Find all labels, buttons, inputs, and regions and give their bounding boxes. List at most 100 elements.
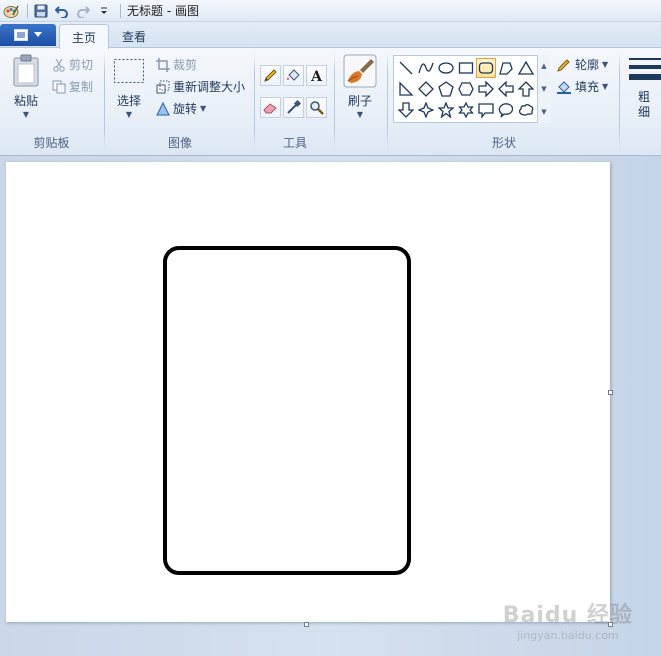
text-icon: A xyxy=(310,69,323,83)
canvas-area: Baidu 经验 jingyan.baidu.com xyxy=(0,156,661,656)
resize-handle-bottom[interactable] xyxy=(304,622,309,627)
selection-rectangle-icon xyxy=(114,59,144,83)
up-arrow-shape[interactable] xyxy=(516,79,536,99)
rectangle-icon xyxy=(458,62,474,74)
five-point-star-shape[interactable] xyxy=(436,100,456,120)
line-icon xyxy=(399,61,413,75)
cut-button[interactable]: 剪切 xyxy=(52,56,93,73)
group-divider xyxy=(619,52,620,150)
paste-button[interactable]: 粘贴 ▼ xyxy=(8,54,44,119)
rotate-icon xyxy=(156,101,170,115)
left-arrow-shape[interactable] xyxy=(496,79,516,99)
ribbon-tab-row: 主页 查看 xyxy=(0,22,661,49)
right-arrow-icon xyxy=(478,81,494,97)
rect-callout-shape[interactable] xyxy=(476,100,496,120)
separator xyxy=(27,3,28,18)
scroll-up-icon[interactable]: ▲ xyxy=(541,62,546,70)
line-shape[interactable] xyxy=(396,58,416,78)
right-triangle-shape[interactable] xyxy=(396,79,416,99)
triangle-shape[interactable] xyxy=(516,58,536,78)
scissors-icon xyxy=(53,58,65,72)
resize-handle-right[interactable] xyxy=(608,390,613,395)
undo-icon[interactable] xyxy=(53,2,71,20)
resize-button[interactable]: 重新调整大小 xyxy=(156,78,245,95)
right-arrow-shape[interactable] xyxy=(476,79,496,99)
group-divider xyxy=(254,52,255,150)
copy-icon xyxy=(52,80,66,93)
pentagon-icon xyxy=(438,81,454,97)
group-divider xyxy=(334,52,335,150)
down-arrow-icon xyxy=(398,102,414,118)
fill-tool[interactable] xyxy=(283,65,304,86)
left-arrow-icon xyxy=(498,81,514,97)
polygon-shape[interactable] xyxy=(496,58,516,78)
brushes-button[interactable]: 刷子 ▼ xyxy=(342,54,378,119)
title-bar: 无标题 - 画图 xyxy=(0,0,661,22)
size-button[interactable]: 粗 细 xyxy=(627,56,661,120)
paint-app-icon[interactable] xyxy=(2,2,20,20)
save-icon[interactable] xyxy=(32,2,50,20)
pentagon-shape[interactable] xyxy=(436,79,456,99)
copy-button[interactable]: 复制 xyxy=(52,78,93,95)
shapes-group-label: 形状 xyxy=(491,136,516,150)
four-point-star-shape[interactable] xyxy=(416,100,436,120)
shapes-gallery xyxy=(393,55,550,123)
tools-group: A 工具 xyxy=(256,48,334,154)
window-title: 无标题 - 画图 xyxy=(127,4,199,18)
hexagon-icon xyxy=(458,82,474,96)
diamond-shape[interactable] xyxy=(416,79,436,99)
fill-button[interactable]: 填充 ▼ xyxy=(556,78,608,95)
resize-icon xyxy=(156,80,170,93)
rounded-rectangle-shape[interactable] xyxy=(476,58,496,78)
brush-icon xyxy=(343,54,377,88)
six-point-star-shape[interactable] xyxy=(456,100,476,120)
hexagon-shape[interactable] xyxy=(456,79,476,99)
tab-home[interactable]: 主页 xyxy=(59,24,110,49)
tab-view[interactable]: 查看 xyxy=(110,24,158,49)
shapes-scrollbar[interactable]: ▲ ▼ ▼ xyxy=(537,55,550,123)
diamond-icon xyxy=(418,81,434,97)
chevron-down-icon: ▼ xyxy=(22,110,30,119)
redo-icon[interactable] xyxy=(74,2,92,20)
chevron-down-icon: ▼ xyxy=(200,103,207,113)
customize-toolbar-icon[interactable] xyxy=(95,2,113,20)
rectangle-shape[interactable] xyxy=(456,58,476,78)
down-arrow-shape[interactable] xyxy=(396,100,416,120)
fill-icon xyxy=(287,69,300,81)
watermark: Baidu 经验 jingyan.baidu.com xyxy=(502,603,633,642)
chevron-down-icon: ▼ xyxy=(356,110,364,119)
curve-shape[interactable] xyxy=(416,58,436,78)
expand-gallery-icon[interactable]: ▼ xyxy=(541,108,546,116)
color-picker-tool[interactable] xyxy=(283,97,304,118)
six-point-star-icon xyxy=(458,102,474,118)
pencil-tool[interactable] xyxy=(260,65,281,86)
crop-button[interactable]: 裁剪 xyxy=(156,56,197,73)
image-group: 选择 ▼ 裁剪 重新调整大小 旋转 ▼ 图像 xyxy=(106,48,254,154)
oval-callout-shape[interactable] xyxy=(496,100,516,120)
paint-menu-button[interactable] xyxy=(0,24,56,46)
drawing-canvas[interactable] xyxy=(6,162,610,622)
menu-icon xyxy=(14,29,28,41)
chevron-down-icon xyxy=(34,32,42,37)
color-picker-icon xyxy=(287,100,301,114)
magnifier-tool[interactable] xyxy=(306,97,327,118)
crop-icon xyxy=(156,57,170,72)
group-divider xyxy=(387,52,388,150)
rotate-button[interactable]: 旋转 ▼ xyxy=(156,100,206,117)
paste-icon xyxy=(13,54,39,87)
chevron-down-icon: ▼ xyxy=(602,59,609,69)
tools-group-label: 工具 xyxy=(282,136,307,150)
clipboard-group-label: 剪贴板 xyxy=(33,136,70,150)
rounded-rectangle-icon xyxy=(478,62,494,74)
pencil-icon xyxy=(264,69,277,82)
rounded-rectangle-drawing[interactable] xyxy=(163,246,411,575)
text-tool[interactable]: A xyxy=(306,65,327,86)
select-button[interactable]: 选择 ▼ xyxy=(112,58,146,119)
outline-button[interactable]: 轮廓 ▼ xyxy=(556,56,608,73)
eraser-tool[interactable] xyxy=(260,97,281,118)
scroll-down-icon[interactable]: ▼ xyxy=(541,85,546,93)
cloud-callout-shape[interactable] xyxy=(516,100,536,120)
polygon-icon xyxy=(499,62,513,75)
line-size-icon xyxy=(629,58,661,80)
oval-shape[interactable] xyxy=(436,58,456,78)
